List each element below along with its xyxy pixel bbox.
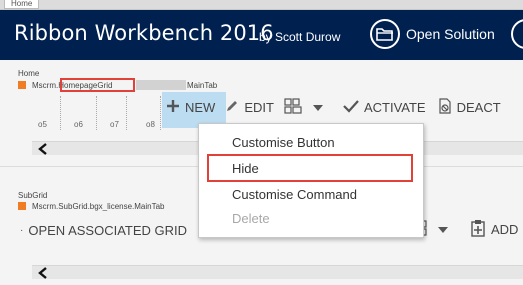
- column-number: o5: [38, 120, 47, 129]
- obscured-text: [136, 80, 186, 90]
- open-solution-button[interactable]: Open Solution: [370, 16, 495, 52]
- scroll-left-icon[interactable]: [36, 266, 50, 280]
- publish-icon[interactable]: [511, 19, 523, 49]
- activate-button-label: ACTIVATE: [363, 99, 426, 115]
- edit-button[interactable]: EDIT: [221, 93, 278, 121]
- id-prefix: Mscrm.: [32, 81, 59, 90]
- app-byline: by Scott Durow: [259, 30, 341, 44]
- column-divider: [160, 96, 161, 130]
- pencil-icon: [225, 99, 239, 116]
- home-section-label: Home: [18, 69, 40, 78]
- column-number: o7: [110, 120, 119, 129]
- subgrid-scrollbar[interactable]: [32, 265, 523, 279]
- new-button-label: NEW: [185, 99, 216, 115]
- bullet-icon: ·: [20, 224, 24, 236]
- orange-marker-icon: [18, 202, 26, 210]
- menu-item-customise-command[interactable]: Customise Command: [232, 187, 357, 202]
- new-button[interactable]: NEW: [162, 93, 219, 121]
- add-button-label: ADD: [491, 221, 519, 237]
- grid-view-button[interactable]: [280, 93, 311, 121]
- column-number: o8: [146, 120, 155, 129]
- caret-down-icon: [438, 222, 448, 237]
- context-menu: Customise Button Hide Customise Command …: [198, 123, 424, 238]
- more-dropdown-button[interactable]: [311, 93, 325, 121]
- column-number: o6: [74, 120, 83, 129]
- grid-icon: [284, 97, 302, 117]
- plus-icon: [166, 99, 180, 116]
- deactivate-button[interactable]: DEACT: [434, 93, 505, 121]
- caret-down-icon: [312, 100, 323, 115]
- activate-button[interactable]: ACTIVATE: [339, 93, 430, 121]
- column-divider: [60, 96, 61, 130]
- menu-item-hide[interactable]: Hide: [232, 161, 259, 176]
- folder-icon: [370, 19, 400, 49]
- open-associated-grid-button[interactable]: · OPEN ASSOCIATED GRID: [18, 216, 189, 244]
- browser-tab-strip: Home: [0, 0, 523, 10]
- menu-item-customise-button[interactable]: Customise Button: [232, 135, 335, 150]
- home-ribbon-suffix: MainTab: [187, 81, 218, 90]
- deactivate-icon: [438, 97, 452, 117]
- orange-marker-icon: [18, 81, 26, 89]
- home-toolbar: NEW EDIT ACTIVATE DEACT: [162, 92, 505, 122]
- subgrid-more-dropdown-button[interactable]: [436, 215, 450, 243]
- column-divider: [126, 96, 127, 130]
- app-header: Ribbon Workbench 2016 by Scott Durow Ope…: [0, 10, 523, 60]
- scroll-left-icon[interactable]: [36, 142, 50, 156]
- checkmark-icon: [343, 99, 359, 116]
- deactivate-button-label: DEACT: [456, 99, 501, 115]
- clipboard-add-icon: [470, 219, 486, 240]
- column-divider: [96, 96, 97, 130]
- add-button[interactable]: ADD: [470, 215, 518, 243]
- browser-tab-home[interactable]: Home: [4, 0, 40, 9]
- highlight-homepagegrid: [60, 78, 135, 92]
- menu-item-delete: Delete: [232, 211, 270, 226]
- app-title: Ribbon Workbench 2016: [14, 21, 274, 45]
- subgrid-toolbar: · OPEN ASSOCIATED GRID: [18, 215, 189, 245]
- open-solution-label: Open Solution: [406, 26, 495, 42]
- subgrid-ribbon-id: Mscrm.SubGrid.bgx_license.MainTab: [32, 202, 165, 211]
- subgrid-section-label: SubGrid: [18, 191, 48, 200]
- edit-button-label: EDIT: [244, 99, 274, 115]
- open-associated-grid-label: OPEN ASSOCIATED GRID: [28, 222, 188, 238]
